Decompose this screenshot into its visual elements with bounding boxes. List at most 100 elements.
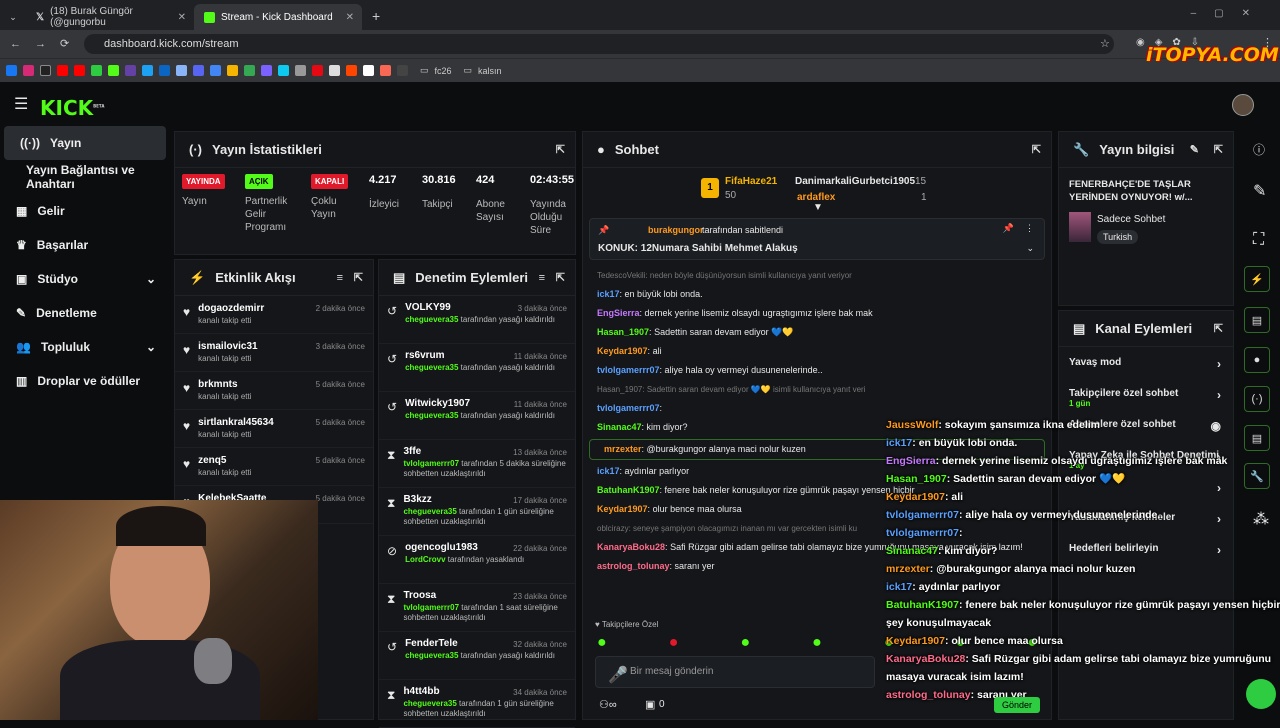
people-icon[interactable]: ⚇∞ — [599, 698, 617, 711]
moderator-name[interactable]: cheguevera35 — [405, 411, 458, 420]
microphone-icon[interactable]: 🎤 — [608, 665, 628, 685]
facebook-icon[interactable] — [6, 65, 17, 76]
chevron-right-icon[interactable]: › — [1217, 357, 1221, 371]
bookmark-icon[interactable] — [176, 65, 187, 76]
chat-username[interactable]: KanaryaBoku28 — [597, 542, 665, 552]
moderator-name[interactable]: cheguevera35 — [403, 507, 456, 516]
bookmark-icon[interactable] — [346, 65, 357, 76]
chat-message[interactable]: ick17: en büyük lobi onda. — [583, 285, 1051, 304]
category-name[interactable]: Sadece Sohbet — [1097, 214, 1165, 225]
edit-icon[interactable]: ✎ — [1190, 143, 1199, 156]
bolt-icon[interactable]: ⚡ — [1244, 266, 1270, 292]
list-item[interactable]: ♥ brkmnts kanalı takip etti 5 dakika önce — [175, 372, 373, 410]
chat-username[interactable]: BatuhanK1907 — [597, 485, 660, 495]
send-button[interactable]: Gönder — [994, 697, 1040, 713]
popout-icon[interactable]: ⇱ — [556, 271, 565, 284]
moderator-name[interactable]: tvlolgamerrr07 — [403, 603, 459, 612]
chat-username[interactable]: astrolog_tolunay — [597, 561, 670, 571]
moderator-name[interactable]: tvlolgamerrr07 — [403, 459, 459, 468]
chat-username[interactable]: EngSierra — [597, 308, 640, 318]
channel-action-item[interactable]: Takipçilere özel sohbet 1 gün › — [1059, 378, 1233, 409]
user-name[interactable]: ogencoglu1983 — [405, 542, 524, 553]
x-icon[interactable] — [40, 65, 51, 76]
popout-icon[interactable]: ⇱ — [354, 271, 363, 284]
chat-username[interactable]: ick17 — [597, 466, 620, 476]
sidebar-item-topluluk[interactable]: 👥 Topluluk ⌄ — [0, 330, 170, 364]
list-item[interactable]: ↺ rs6vrum cheguevera35 tarafından yasağı k… — [379, 344, 575, 392]
star-icon[interactable]: ☆ — [1100, 37, 1110, 50]
avatar[interactable] — [1232, 94, 1254, 116]
browser-tab-kick[interactable]: Stream - Kick Dashboard ✕ — [194, 4, 362, 30]
chat-message[interactable]: EngSierra: dernek yerine lisemiz olsaydı… — [583, 304, 1051, 323]
list-item[interactable]: ♥ sirtlankral45634 kanalı takip etti 5 daki… — [175, 410, 373, 448]
chat-username[interactable]: Sinanac47 — [597, 422, 642, 432]
list-item[interactable]: ⊘ ogencoglu1983 LordCrovv tarafından yasak… — [379, 536, 575, 584]
chat-input[interactable]: 🎤 Bir mesaj gönderin — [595, 656, 875, 688]
chat-username[interactable]: tvlolgamerrr07 — [597, 365, 660, 375]
pin-icon[interactable]: 📌 — [1003, 223, 1014, 234]
url-field[interactable]: dashboard.kick.com/stream — [84, 34, 1114, 54]
netflix-icon[interactable] — [312, 65, 323, 76]
bookmark-icon[interactable] — [397, 65, 408, 76]
moderator-name[interactable]: cheguevera35 — [405, 315, 458, 324]
close-icon[interactable]: ✕ — [178, 12, 186, 23]
moderator-name[interactable]: LordCrovv — [405, 555, 445, 564]
tab-search-icon[interactable]: ⌄ — [0, 4, 26, 30]
expand-icon[interactable]: ▼ — [813, 202, 823, 213]
moderator-name[interactable]: cheguevera35 — [405, 651, 458, 660]
list-item[interactable]: ↺ FenderTele cheguevera35 tarafından yasağ… — [379, 632, 575, 680]
gifter-name[interactable]: FifaHaze21 — [725, 176, 777, 187]
bookmark-folder-label[interactable]: fc26 — [435, 66, 452, 76]
filter-icon[interactable]: ≡ — [539, 272, 545, 284]
chat-bubble-icon[interactable]: ● — [1244, 347, 1270, 373]
edit-icon[interactable]: ✎ — [1253, 181, 1266, 201]
gift-icon[interactable]: ▣ — [645, 698, 655, 711]
bookmark-icon[interactable] — [142, 65, 153, 76]
bookmark-icon[interactable] — [295, 65, 306, 76]
bookmark-icon[interactable] — [278, 65, 289, 76]
browser-tab-x[interactable]: 𝕏 (18) Burak Güngör (@gungorbu ✕ — [26, 4, 194, 30]
youtube-icon[interactable] — [57, 65, 68, 76]
nav-buttons-icon[interactable]: ←→⟳ — [10, 37, 83, 50]
user-name[interactable]: brkmnts — [198, 379, 251, 390]
bookmark-icon[interactable] — [91, 65, 102, 76]
discord-icon[interactable] — [193, 65, 204, 76]
sidebar-item-basarilar[interactable]: ♛ Başarılar — [0, 228, 170, 262]
list-item[interactable]: ♥ zenq5 kanalı takip etti 5 dakika önce — [175, 448, 373, 486]
new-tab-icon[interactable]: + — [362, 8, 390, 30]
emote-icon[interactable]: ● — [669, 634, 679, 654]
instagram-icon[interactable] — [23, 65, 34, 76]
more-icon[interactable]: ⋮ — [1025, 223, 1034, 234]
sidebar-item-denetleme[interactable]: ✎ Denetleme — [0, 296, 170, 330]
popout-icon[interactable]: ⇱ — [1214, 322, 1223, 335]
sidebar-item-droplar[interactable]: ▥ Droplar ve ödüller — [0, 364, 170, 398]
bookmark-icon[interactable] — [363, 65, 374, 76]
chevron-down-icon[interactable]: ⌄ — [1026, 243, 1034, 254]
chat-username[interactable]: Hasan_1907 — [597, 327, 649, 337]
emote-icon[interactable]: ● — [740, 634, 750, 654]
list-item[interactable]: ⧗ Troosa tvlolgamerrr07 tarafından 1 saat … — [379, 584, 575, 632]
sidebar-item-yayin[interactable]: ((·)) Yayın — [4, 126, 166, 160]
moderator-name[interactable]: cheguevera35 — [405, 363, 458, 372]
document-icon[interactable]: ▤ — [1244, 307, 1270, 333]
sidebar-item-studyo[interactable]: ▣ Stüdyo ⌄ — [0, 262, 170, 296]
channel-action-item[interactable]: Yavaş mod › — [1059, 347, 1233, 378]
chat-message[interactable]: tvlolgamerrr07: aliye hala oy vermeyi du… — [583, 361, 1051, 380]
chat-message[interactable]: Hasan_1907: Sadettin saran devam ediyor … — [583, 323, 1051, 342]
chat-username[interactable]: ick17 — [597, 289, 620, 299]
moderator-name[interactable]: cheguevera35 — [403, 699, 456, 708]
bookmark-folder-label[interactable]: kalsın — [478, 66, 502, 76]
popout-icon[interactable]: ⇱ — [1214, 143, 1223, 156]
bookmark-icon[interactable] — [210, 65, 221, 76]
list-item[interactable]: ↺ Witwicky1907 cheguevera35 tarafından yas… — [379, 392, 575, 440]
chat-username[interactable]: Keydar1907 — [597, 346, 648, 356]
filter-icon[interactable]: ≡ — [337, 272, 343, 284]
broadcast-icon[interactable]: (·) — [1244, 386, 1270, 412]
bookmark-icon[interactable] — [244, 65, 255, 76]
linkedin-icon[interactable] — [159, 65, 170, 76]
close-icon[interactable]: ✕ — [346, 12, 354, 23]
sidebar-item-stream-key[interactable]: Yayın Bağlantısı ve Anahtarı — [0, 160, 170, 194]
twitch-icon[interactable] — [125, 65, 136, 76]
info-icon[interactable]: ⓘ — [1253, 141, 1265, 158]
kick-icon[interactable] — [108, 65, 119, 76]
